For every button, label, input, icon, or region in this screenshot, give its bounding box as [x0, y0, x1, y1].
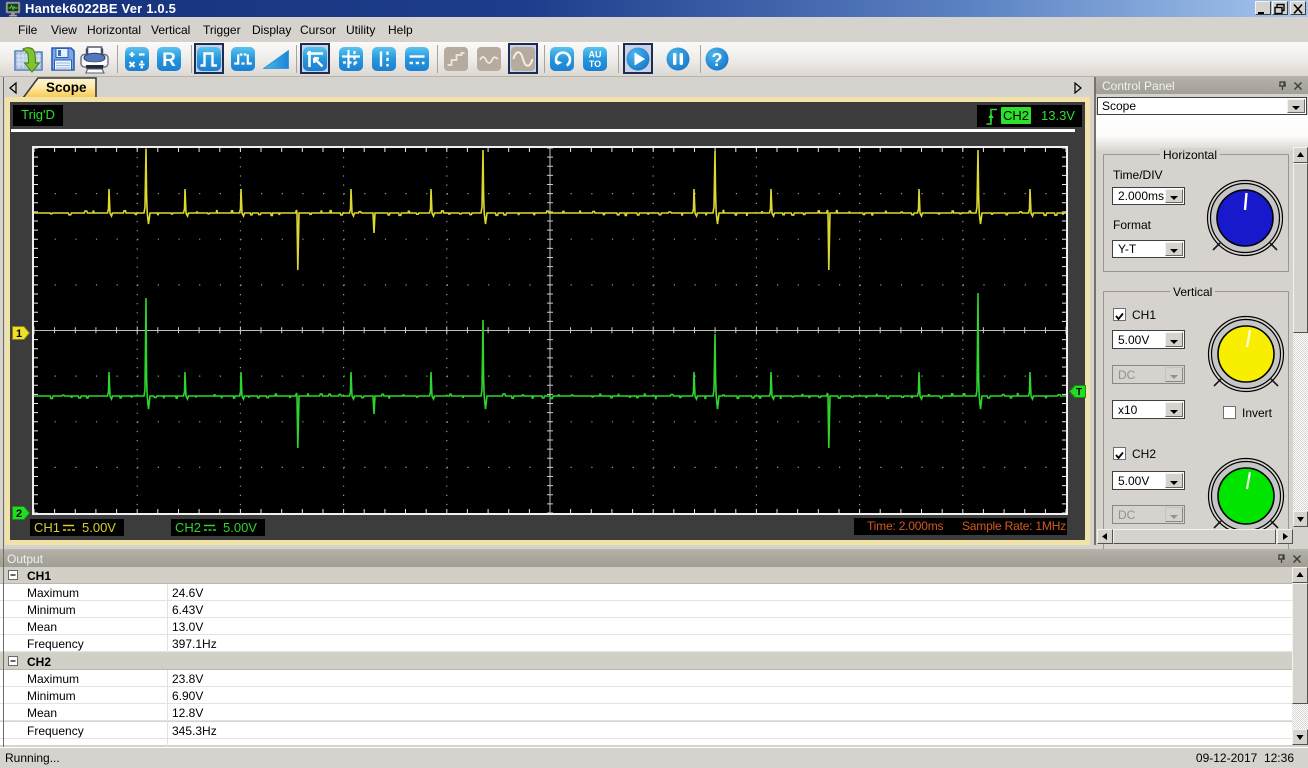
svg-text:TO: TO [589, 59, 601, 69]
svg-text:2: 2 [16, 508, 22, 520]
svg-text:?: ? [712, 50, 723, 70]
svg-text:AU: AU [589, 50, 602, 60]
svg-text:T: T [1076, 387, 1082, 398]
svg-text:1: 1 [16, 328, 22, 340]
svg-text:R: R [162, 50, 176, 71]
